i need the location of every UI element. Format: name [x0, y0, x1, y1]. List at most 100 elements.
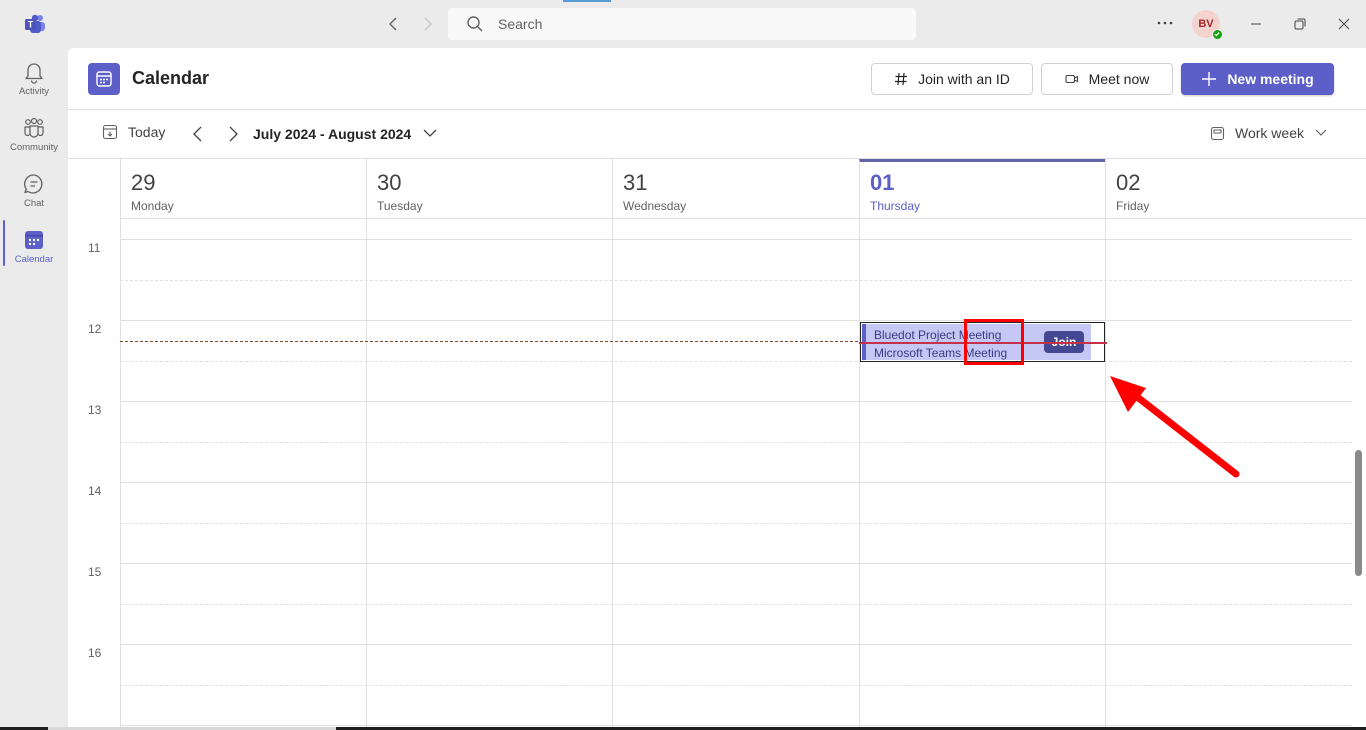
- today-button[interactable]: Today: [102, 124, 165, 140]
- new-meeting-label: New meeting: [1227, 71, 1314, 87]
- svg-text:T: T: [28, 20, 34, 30]
- community-icon: [24, 117, 44, 138]
- chevron-right-icon: [229, 126, 238, 142]
- more-horizontal-icon: [1157, 21, 1173, 25]
- vertical-scrollbar[interactable]: [1355, 450, 1362, 576]
- current-time-indicator: [120, 341, 858, 342]
- half-hour-line: [120, 280, 1352, 281]
- user-avatar[interactable]: BV: [1192, 10, 1223, 40]
- rail-item-community[interactable]: Community: [0, 108, 68, 164]
- hour-line: [120, 239, 1352, 240]
- half-hour-line: [120, 685, 1352, 686]
- day-divider: [366, 219, 367, 730]
- day-divider: [120, 219, 121, 730]
- meet-now-button[interactable]: Meet now: [1041, 63, 1173, 95]
- new-meeting-button[interactable]: New meeting: [1181, 63, 1334, 95]
- day-number: 31: [623, 170, 648, 195]
- half-hour-line: [120, 442, 1352, 443]
- close-button[interactable]: [1330, 10, 1358, 38]
- search-icon: [467, 16, 483, 32]
- restore-icon: [1294, 18, 1306, 30]
- day-name: Friday: [1116, 199, 1150, 213]
- date-range-dropdown[interactable]: [422, 126, 438, 145]
- half-hour-line: [120, 361, 1352, 362]
- back-button[interactable]: [384, 14, 404, 34]
- calendar-app-badge: [88, 63, 120, 95]
- date-range-label[interactable]: July 2024 - August 2024: [253, 126, 411, 142]
- rail-item-label: Community: [9, 142, 59, 153]
- rail-item-label: Calendar: [14, 254, 54, 265]
- day-number: 29: [131, 170, 156, 195]
- today-label: Today: [128, 124, 166, 140]
- chevron-left-icon: [193, 126, 202, 142]
- calendar-event[interactable]: Bluedot Project Meeting Microsoft Teams …: [859, 322, 1107, 362]
- minimize-button[interactable]: [1242, 10, 1270, 38]
- hour-line: [120, 401, 1352, 402]
- plus-icon: [1202, 72, 1217, 86]
- day-name: Tuesday: [377, 199, 423, 213]
- rail-item-chat[interactable]: Chat: [0, 164, 68, 220]
- avatar-initials: BV: [1198, 18, 1214, 30]
- window-drag-indicator: [563, 0, 611, 2]
- day-header-thursday-today[interactable]: 01 Thursday: [859, 159, 1105, 219]
- day-header-wednesday[interactable]: 31 Wednesday: [612, 159, 859, 219]
- view-label: Work week: [1235, 125, 1304, 141]
- view-switcher[interactable]: Work week: [1210, 125, 1328, 141]
- day-divider: [859, 219, 860, 730]
- hour-line: [120, 563, 1352, 564]
- calendar-header: Calendar Join with an ID Meet now New me…: [68, 48, 1366, 110]
- hour-line: [120, 482, 1352, 483]
- half-hour-line: [120, 523, 1352, 524]
- teams-logo-icon: T: [25, 14, 45, 33]
- close-icon: [1338, 18, 1350, 30]
- hour-label: 11: [88, 241, 101, 255]
- day-header-monday[interactable]: 29 Monday: [120, 159, 366, 219]
- forward-button[interactable]: [417, 14, 437, 34]
- rail-item-label: Activity: [18, 86, 50, 97]
- restore-button[interactable]: [1286, 10, 1314, 38]
- meet-now-label: Meet now: [1088, 71, 1150, 87]
- search-input[interactable]: [498, 16, 898, 32]
- day-divider: [1105, 219, 1106, 730]
- rail-item-activity[interactable]: Activity: [0, 52, 68, 108]
- chevron-down-icon: [1315, 129, 1327, 136]
- rail-item-label: Chat: [23, 198, 45, 209]
- hour-label: 13: [88, 403, 102, 417]
- hour-line: [120, 320, 1352, 321]
- hour-label: 16: [88, 646, 102, 660]
- hour-label: 15: [88, 565, 102, 579]
- search-box[interactable]: [448, 8, 916, 40]
- hour-line: [120, 725, 1352, 726]
- title-bar: T BV: [0, 0, 1366, 48]
- minimize-icon: [1251, 23, 1261, 25]
- day-divider: [612, 219, 613, 730]
- more-options-button[interactable]: [1154, 12, 1176, 34]
- rail-item-calendar[interactable]: Calendar: [0, 220, 68, 276]
- half-hour-line: [120, 604, 1352, 605]
- presence-available-icon: [1212, 29, 1223, 40]
- day-header-tuesday[interactable]: 30 Tuesday: [366, 159, 612, 219]
- event-subtitle: Microsoft Teams Meeting: [874, 346, 1008, 360]
- hour-label: 14: [88, 484, 102, 498]
- app-rail: Activity Community Chat Calendar: [0, 48, 68, 730]
- calendar-icon: [96, 71, 112, 87]
- join-with-id-label: Join with an ID: [918, 71, 1010, 87]
- hashtag-icon: [895, 72, 908, 86]
- previous-week-button[interactable]: [188, 123, 208, 145]
- calendar-panel: Calendar Join with an ID Meet now New me…: [68, 48, 1366, 730]
- day-number: 01: [870, 170, 895, 195]
- chat-icon: [24, 174, 43, 194]
- bell-icon: [25, 63, 43, 84]
- hour-line: [120, 644, 1352, 645]
- day-number: 30: [377, 170, 402, 195]
- time-grid[interactable]: 11 12 13 14 15 16 Bluedot Project Meetin…: [68, 219, 1352, 730]
- work-week-icon: [1210, 126, 1225, 140]
- day-name: Wednesday: [623, 199, 687, 213]
- day-name: Thursday: [870, 199, 921, 213]
- join-with-id-button[interactable]: Join with an ID: [871, 63, 1033, 95]
- day-header-friday[interactable]: 02 Friday: [1105, 159, 1366, 219]
- next-week-button[interactable]: [223, 123, 243, 145]
- chevron-down-icon: [423, 129, 437, 137]
- chevron-right-icon: [424, 17, 432, 31]
- video-camera-icon: [1065, 74, 1078, 84]
